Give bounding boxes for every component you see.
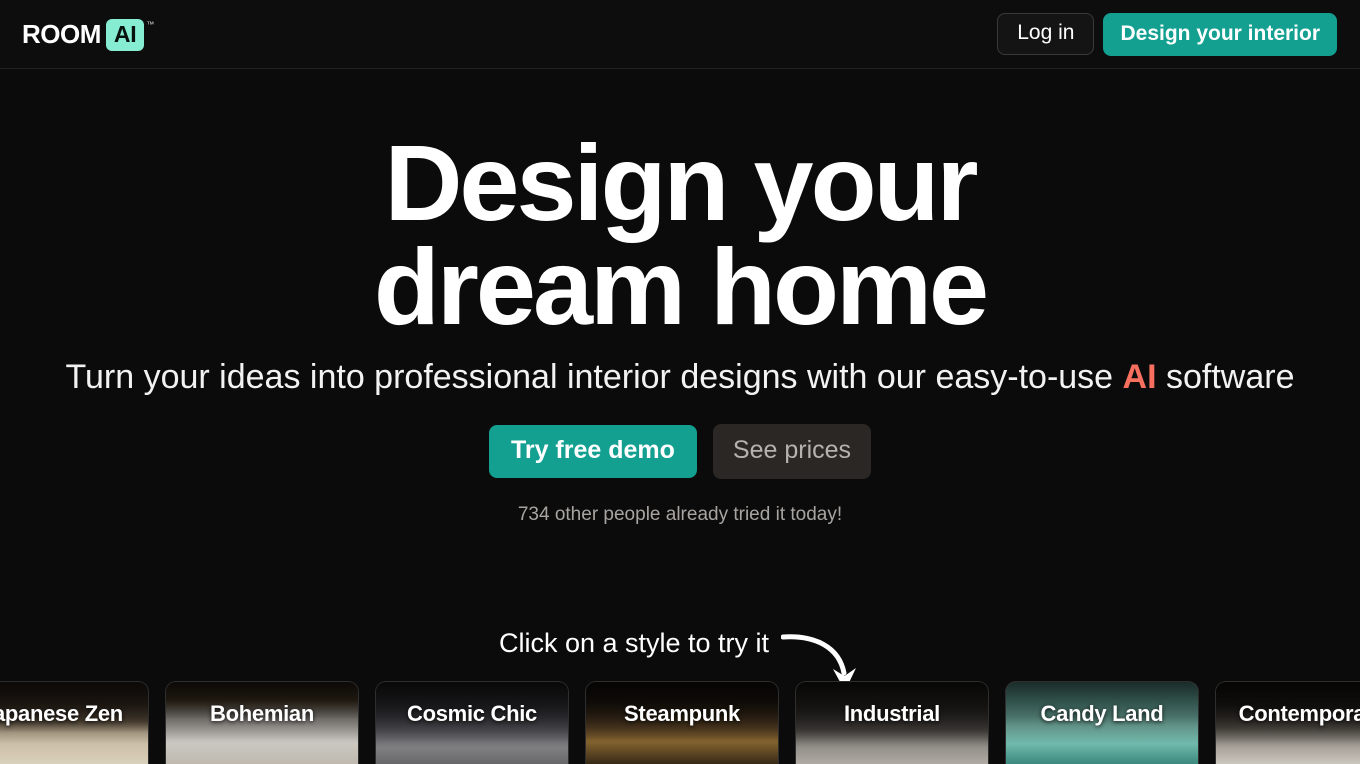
style-card-label: Contemporary [1238, 701, 1360, 726]
style-card-label: Japanese Zen [0, 701, 123, 726]
style-card-industrial[interactable]: Industrial [795, 681, 989, 764]
social-proof-text: 734 other people already tried it today! [517, 504, 843, 525]
trademark-symbol: ™ [146, 20, 155, 29]
subtitle-text-after: software [1156, 358, 1295, 396]
subtitle-text-before: Turn your ideas into professional interi… [65, 358, 1123, 396]
see-prices-button[interactable]: See prices [712, 424, 872, 479]
hero-subtitle: Turn your ideas into professional interi… [0, 359, 1360, 396]
style-card-contemporary[interactable]: Contemporary [1215, 681, 1360, 764]
header-actions: Log in Design your interior [997, 12, 1337, 56]
style-card-steampunk[interactable]: Steampunk [585, 681, 779, 764]
logo[interactable]: ROOM AI ™ [22, 19, 155, 51]
style-card-label: Candy Land [1040, 701, 1164, 726]
log-in-button[interactable]: Log in [997, 13, 1095, 55]
style-card-label: Industrial [843, 701, 940, 726]
style-card-bohemian[interactable]: Bohemian [165, 681, 359, 764]
style-prompt-label: Click on a style to try it [498, 628, 770, 658]
style-card-label: Cosmic Chic [407, 701, 537, 726]
page-title: Design your dream home [0, 122, 1360, 347]
style-card-label: Bohemian [210, 701, 314, 726]
style-card-candy-land[interactable]: Candy Land [1005, 681, 1199, 764]
subtitle-ai-highlight: AI [1122, 358, 1157, 396]
style-card-list: Japanese Zen Bohemian Cosmic Chic Steamp… [0, 681, 1360, 764]
headline-line-1: Design your [384, 122, 978, 243]
style-card-japanese-zen[interactable]: Japanese Zen [0, 681, 149, 764]
try-free-demo-button[interactable]: Try free demo [488, 425, 697, 478]
cta-row: Try free demo See prices [0, 424, 1360, 479]
logo-ai-badge: AI [105, 19, 145, 51]
site-header: ROOM AI ™ Log in Design your interior [0, 0, 1360, 69]
style-card-label: Steampunk [624, 701, 740, 726]
hero-section: Design your dream home Turn your ideas i… [0, 69, 1360, 526]
style-card-cosmic-chic[interactable]: Cosmic Chic [375, 681, 569, 764]
logo-wordmark: ROOM [22, 19, 101, 49]
design-your-interior-button[interactable]: Design your interior [1103, 12, 1337, 56]
headline-line-2: dream home [373, 226, 989, 347]
